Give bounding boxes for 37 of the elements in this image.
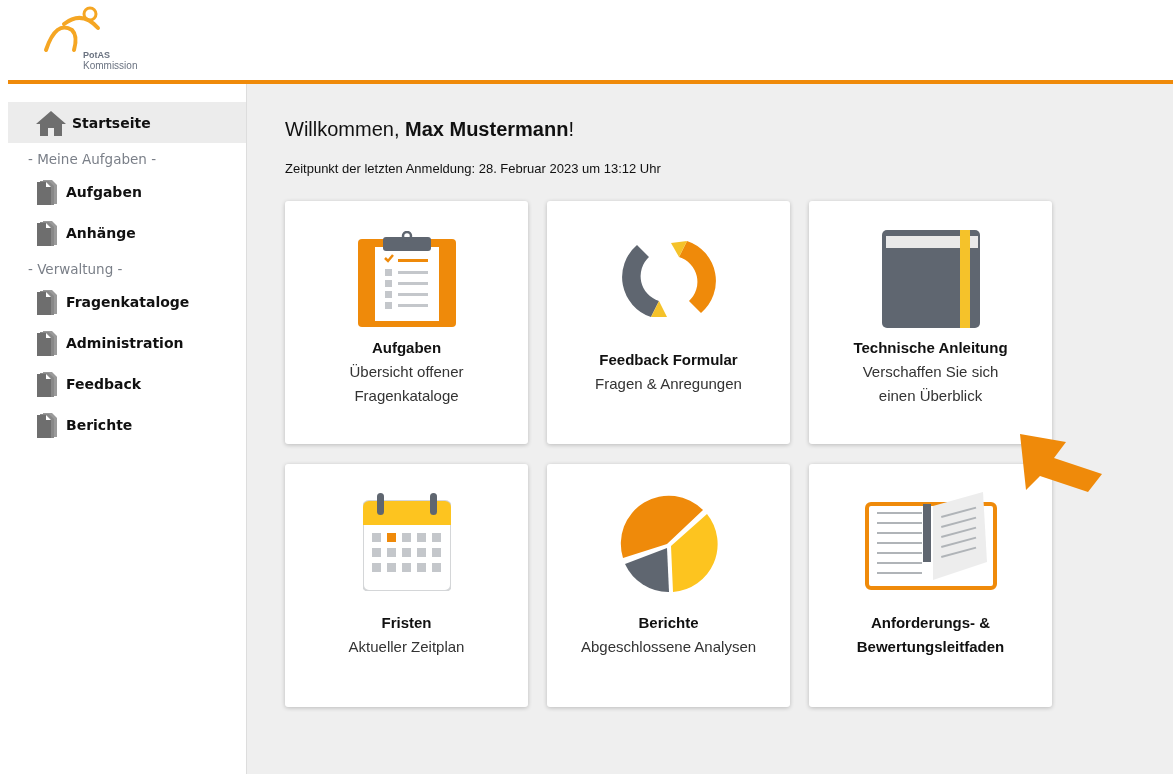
tile-card[interactable]: Feedback Formular Fragen & Anregungen	[547, 201, 790, 444]
logo-name: PotAS	[83, 50, 110, 60]
tile-card[interactable]: Anforderungs- & Bewertungsleitfaden	[809, 464, 1052, 707]
tile-subtitle: Abgeschlossene Analysen	[580, 636, 757, 657]
sidebar-item[interactable]: Administration	[8, 322, 246, 363]
tile-subtitle: Aktueller Zeitplan	[348, 636, 465, 657]
tile-title: Fristen	[380, 612, 433, 633]
tile-subtitle: Verschaffen Sie sich	[862, 361, 999, 382]
tile-card[interactable]: Berichte Abgeschlossene Analysen	[547, 464, 790, 707]
sidebar-item[interactable]: Startseite	[8, 102, 246, 143]
sidebar-item[interactable]: Berichte	[8, 404, 246, 445]
tile-subtitle: Fragenkataloge	[354, 385, 459, 406]
tile-card[interactable]: Aufgaben Übersicht offener Fragenkataloge	[285, 201, 528, 444]
tile-title: Technische Anleitung	[852, 337, 1009, 358]
tile-title: Aufgaben	[370, 337, 443, 358]
tile-card[interactable]: Technische Anleitung Verschaffen Sie sich einen Überblick	[809, 201, 1052, 444]
sidebar-section-label: - Verwaltung -	[27, 260, 124, 279]
tile-subtitle: Übersicht offener	[349, 361, 464, 382]
notebook-icon	[881, 230, 980, 328]
welcome-heading: Willkommen, Max Mustermann!	[285, 118, 575, 141]
logo-subtitle: Kommission	[83, 60, 138, 71]
tile-title: Feedback Formular	[598, 349, 739, 370]
clipboard-icon	[357, 231, 456, 327]
sidebar-item[interactable]: Aufgaben	[8, 171, 246, 212]
calendar-icon	[362, 493, 451, 591]
home-icon	[35, 109, 67, 136]
open-book-icon	[864, 492, 997, 592]
last-login-text: Zeitpunkt der letzten Anmeldung: 28. Februar 2023 um 13:12 Uhr	[285, 161, 662, 176]
tile-title: Berichte	[637, 612, 700, 633]
tile-subtitle: Fragen & Anregungen	[595, 373, 742, 394]
sidebar-item[interactable]: Feedback	[8, 363, 246, 404]
tile-card[interactable]: Fristen Aktueller Zeitplan	[285, 464, 528, 707]
tile-title: Anforderungs- & Bewertungsleitfaden	[855, 612, 1006, 657]
sidebar-item[interactable]: Fragenkataloge	[8, 281, 246, 322]
tile-subtitle: einen Überblick	[878, 385, 983, 406]
sidebar-item[interactable]: Anhänge	[8, 212, 246, 253]
sidebar-section-label: - Meine Aufgaben -	[27, 150, 157, 169]
